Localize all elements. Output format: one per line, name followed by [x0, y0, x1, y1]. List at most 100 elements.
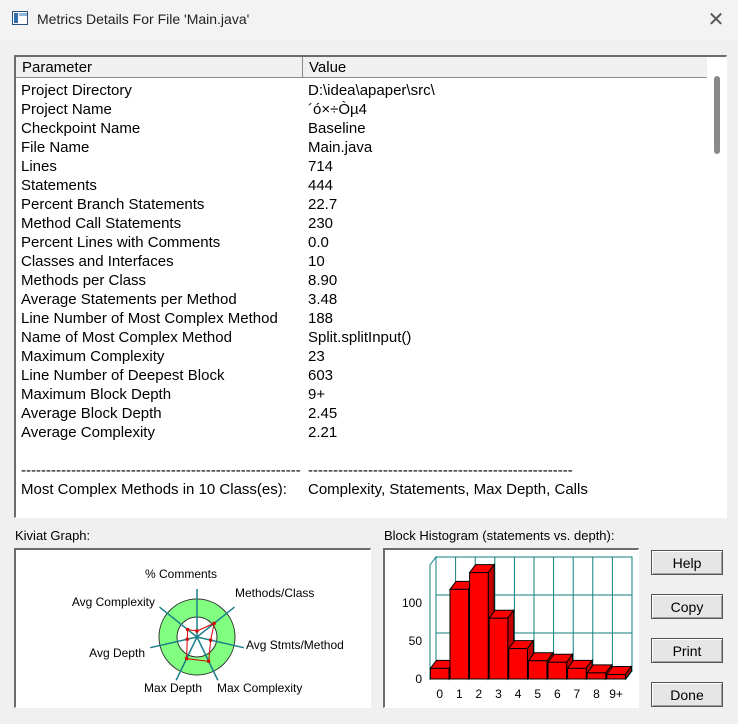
value-cell: 714: [308, 158, 334, 175]
kiviat-point: [185, 637, 189, 641]
table-row[interactable]: Methods per Class 8.90: [21, 271, 706, 290]
histogram-bar: [586, 672, 607, 680]
table-row[interactable]: Lines 714: [21, 157, 706, 176]
parameter-cell: Line Number of Deepest Block: [21, 367, 225, 384]
parameter-cell: Name of Most Complex Method: [21, 329, 232, 346]
print-button[interactable]: Print: [651, 638, 723, 663]
histogram-label: Block Histogram (statements vs. depth):: [384, 528, 615, 543]
histogram-x-tick-label: 4: [515, 687, 522, 701]
histogram-bar: [567, 667, 587, 680]
histogram-x-tick-label: 3: [495, 687, 502, 701]
value-cell: 8.90: [308, 272, 338, 289]
histogram-x-tick-label: 8: [593, 687, 600, 701]
table-row[interactable]: Project Name ´ó×÷Òµ4: [21, 100, 706, 119]
value-cell: 2.45: [308, 405, 338, 422]
parameter-cell: Lines: [21, 158, 57, 175]
parameter-cell: Average Complexity: [21, 424, 155, 441]
value-cell: Baseline: [308, 120, 366, 137]
parameter-cell: ----------------------------------------…: [21, 462, 301, 479]
kiviat-point: [195, 629, 199, 633]
histogram-svg: 0501000 1 2 3 4 5 6 7 8 9+: [402, 555, 633, 701]
table-row[interactable]: Statements 444: [21, 176, 706, 195]
parameter-cell: Method Call Statements: [21, 215, 182, 232]
block-histogram: 0 50 100 0 1 2 3 4 5 6 7 8 9+: [383, 548, 639, 708]
value-cell: ´ó×÷Òµ4: [308, 101, 367, 118]
table-row[interactable]: Checkpoint Name Baseline: [21, 119, 706, 138]
histogram-bar: [488, 617, 509, 680]
histogram-side-wall: [429, 555, 437, 681]
parameter-cell: File Name: [21, 139, 90, 156]
histogram-y-tick-label: 100: [402, 596, 422, 610]
value-cell: 0.0: [308, 234, 329, 251]
histogram-x-tick-label: 6: [554, 687, 561, 701]
histogram-x-tick-label: 0: [436, 687, 443, 701]
histogram-x-tick-label: 7: [574, 687, 581, 701]
table-row[interactable]: Average Block Depth 2.45: [21, 404, 706, 423]
kiviat-graph: % Comments Methods/Class Avg Stmts/Method M…: [14, 548, 371, 708]
value-cell: 2.21: [308, 424, 338, 441]
kiviat-point: [207, 659, 211, 663]
parameter-cell: Percent Branch Statements: [21, 196, 205, 213]
histogram-y-tick-label: 50: [409, 634, 423, 648]
parameter-cell: Average Statements per Method: [21, 291, 237, 308]
parameter-cell: Line Number of Most Complex Method: [21, 310, 278, 327]
table-row[interactable]: File Name Main.java: [21, 138, 706, 157]
parameter-cell: Maximum Complexity: [21, 348, 165, 365]
value-cell: 188: [308, 310, 334, 327]
value-cell: Complexity, Statements, Max Depth, Calls: [308, 481, 588, 498]
kiviat-axis-label: Avg Depth: [89, 646, 145, 660]
kiviat-axis-label: Max Depth: [144, 681, 202, 695]
kiviat-point: [209, 638, 213, 642]
title-bar: Metrics Details For File 'Main.java' ✕: [0, 0, 738, 40]
window-title: Metrics Details For File 'Main.java': [37, 11, 250, 27]
table-row[interactable]: Maximum Block Depth 9+: [21, 385, 706, 404]
kiviat-point: [212, 621, 216, 625]
spacer-row: [21, 442, 706, 461]
histogram-bar: [527, 660, 548, 680]
value-cell: 3.48: [308, 291, 338, 308]
column-header-parameter[interactable]: Parameter: [16, 57, 303, 78]
table-row[interactable]: Line Number of Most Complex Method 188: [21, 309, 706, 328]
table-row[interactable]: Average Statements per Method 3.48: [21, 290, 706, 309]
parameter-cell: Project Directory: [21, 82, 132, 99]
done-button[interactable]: Done: [651, 682, 723, 707]
kiviat-axis-label: Methods/Class: [235, 586, 314, 600]
histogram-x-tick-label: 5: [534, 687, 541, 701]
value-cell: Main.java: [308, 139, 373, 156]
value-cell: ----------------------------------------…: [308, 462, 573, 479]
histogram-bar: [606, 673, 626, 680]
close-icon[interactable]: ✕: [700, 6, 732, 34]
kiviat-point: [186, 628, 190, 632]
separator-row[interactable]: ----------------------------------------…: [21, 461, 706, 480]
table-row[interactable]: Percent Lines with Comments 0.0: [21, 233, 706, 252]
table-row[interactable]: Maximum Complexity 23: [21, 347, 706, 366]
help-button[interactable]: Help: [651, 550, 723, 575]
table-row[interactable]: Classes and Interfaces 10: [21, 252, 706, 271]
table-row[interactable]: Method Call Statements 230: [21, 214, 706, 233]
parameter-cell: Methods per Class: [21, 272, 147, 289]
value-cell: 603: [308, 367, 334, 384]
value-cell: 10: [308, 253, 325, 270]
kiviat-axis-label: % Comments: [145, 567, 217, 581]
histogram-x-tick-label: 9+: [609, 687, 623, 701]
table-row[interactable]: Average Complexity 2.21: [21, 423, 706, 442]
value-cell: 9+: [308, 386, 326, 403]
table-row[interactable]: Name of Most Complex Method Split.splitIn…: [21, 328, 706, 347]
histogram-bar: [547, 661, 568, 680]
table-row[interactable]: Percent Branch Statements 22.7: [21, 195, 706, 214]
table-row[interactable]: Project Directory D:\idea\apaper\src\: [21, 81, 706, 100]
table-row[interactable]: Line Number of Deepest Block 603: [21, 366, 706, 385]
copy-button[interactable]: Copy: [651, 594, 723, 619]
parameter-cell: Average Block Depth: [21, 405, 162, 422]
parameter-cell: Classes and Interfaces: [21, 253, 174, 270]
kiviat-axis-label: Max Complexity: [217, 681, 302, 695]
value-cell: D:\idea\apaper\src\: [308, 82, 435, 99]
vertical-scrollbar[interactable]: [707, 57, 726, 517]
kiviat-point: [185, 657, 189, 661]
parameter-cell: Statements: [21, 177, 97, 194]
scrollbar-thumb[interactable]: [714, 76, 720, 154]
parameter-cell: Percent Lines with Comments: [21, 234, 221, 251]
column-header-value[interactable]: Value: [303, 57, 708, 78]
value-cell: 23: [308, 348, 325, 365]
table-row[interactable]: Most Complex Methods in 10 Class(es): Com…: [21, 480, 706, 499]
